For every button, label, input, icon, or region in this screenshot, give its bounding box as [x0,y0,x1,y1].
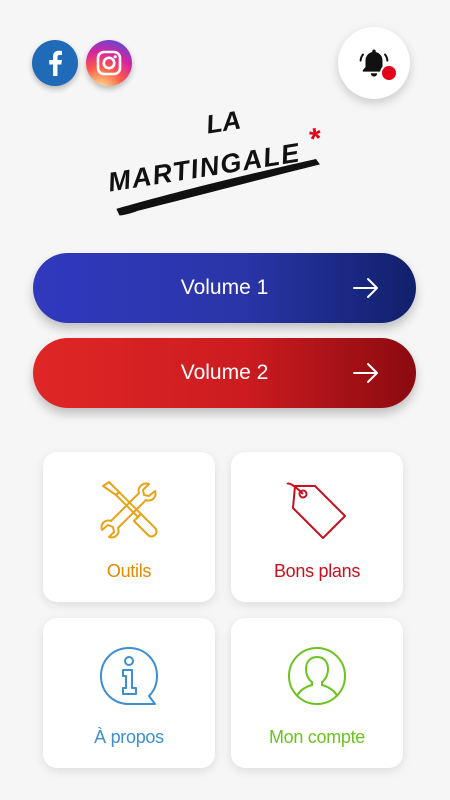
notification-badge [380,64,398,82]
arrow-right-icon [353,363,378,383]
la-martingale-logo: LA MARTINGALE * [106,104,324,216]
tile-mon-compte-label: Mon compte [268,727,366,747]
volume-2-label: Volume 2 [180,361,269,384]
volume-1-label: Volume 1 [180,276,269,299]
arrow-right-icon [353,278,378,298]
tile-outils-label: Outils [106,561,152,581]
user-profile-icon [288,647,346,705]
tile-a-propos[interactable]: À propos [43,618,215,768]
price-tag-icon [286,482,346,539]
instagram-icon [96,50,122,76]
instagram-button[interactable] [86,40,132,86]
volume-1-button[interactable]: Volume 1 [33,253,416,323]
tile-bons-plans-label: Bons plans [273,561,361,581]
tools-icon [100,481,158,539]
notifications-button[interactable] [338,27,410,99]
tile-a-propos-label: À propos [94,727,164,747]
tile-outils[interactable]: Outils [43,452,215,602]
logo-line1: LA [204,104,243,139]
tile-bons-plans[interactable]: Bons plans [231,452,403,602]
volume-2-button[interactable]: Volume 2 [33,338,416,408]
home-screen: LA MARTINGALE * Volume 1 Volume 2 Outils… [0,0,450,800]
social-links [32,40,132,86]
facebook-icon [49,50,62,76]
info-bubble-icon [100,647,158,705]
facebook-button[interactable] [32,40,78,86]
tile-mon-compte[interactable]: Mon compte [231,618,403,768]
logo-asterisk: * [307,122,324,156]
